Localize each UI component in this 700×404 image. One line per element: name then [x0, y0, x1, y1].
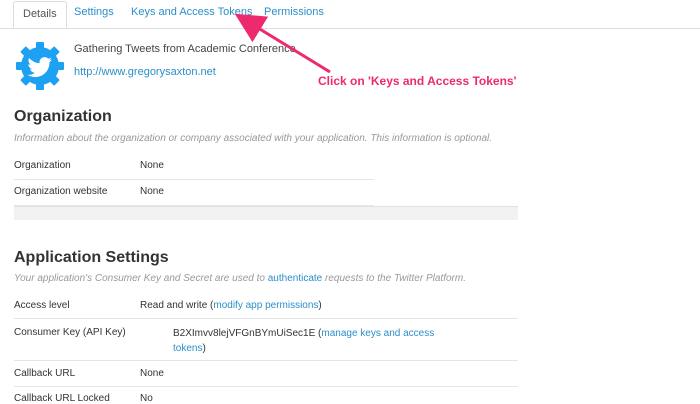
- callback-url-locked-label: Callback URL Locked: [14, 393, 110, 404]
- annotation-label: Click on 'Keys and Access Tokens': [318, 74, 517, 88]
- application-settings-description: Your application's Consumer Key and Secr…: [14, 273, 466, 284]
- tab-permissions[interactable]: Permissions: [264, 6, 324, 18]
- organization-value: None: [140, 160, 164, 171]
- organization-website-value: None: [140, 186, 164, 197]
- section-footer-bar: [14, 206, 518, 220]
- tab-details[interactable]: Details: [13, 1, 67, 28]
- row-divider: [14, 360, 518, 361]
- app-url-link[interactable]: http://www.gregorysaxton.net: [74, 66, 216, 78]
- organization-description: Information about the organization or co…: [14, 133, 493, 144]
- access-level-label: Access level: [14, 300, 70, 311]
- tab-settings[interactable]: Settings: [74, 6, 114, 18]
- organization-label: Organization: [14, 160, 71, 171]
- callback-url-label: Callback URL: [14, 368, 76, 379]
- app-name: Gathering Tweets from Academic Conferenc…: [74, 43, 296, 55]
- row-divider: [14, 318, 518, 319]
- consumer-key-value: B2XImvv8lejVFGnBYmUiSec1E (manage keys a…: [173, 328, 435, 354]
- row-divider: [14, 386, 518, 387]
- callback-url-value: None: [140, 368, 164, 379]
- organization-title: Organization: [14, 108, 112, 125]
- authenticate-link[interactable]: authenticate: [268, 273, 323, 284]
- twitter-bird-gear-icon: [16, 42, 64, 90]
- modify-app-permissions-link[interactable]: modify app permissions: [213, 300, 318, 311]
- callback-url-locked-value: No: [140, 393, 153, 404]
- organization-website-label: Organization website: [14, 186, 108, 197]
- tab-bar: Details Settings Keys and Access Tokens …: [0, 0, 700, 29]
- tab-keys-and-access-tokens[interactable]: Keys and Access Tokens: [131, 6, 252, 18]
- consumer-key-label: Consumer Key (API Key): [14, 327, 126, 338]
- application-settings-title: Application Settings: [14, 249, 169, 266]
- row-divider: [14, 179, 374, 180]
- access-level-value: Read and write (modify app permissions): [140, 300, 322, 311]
